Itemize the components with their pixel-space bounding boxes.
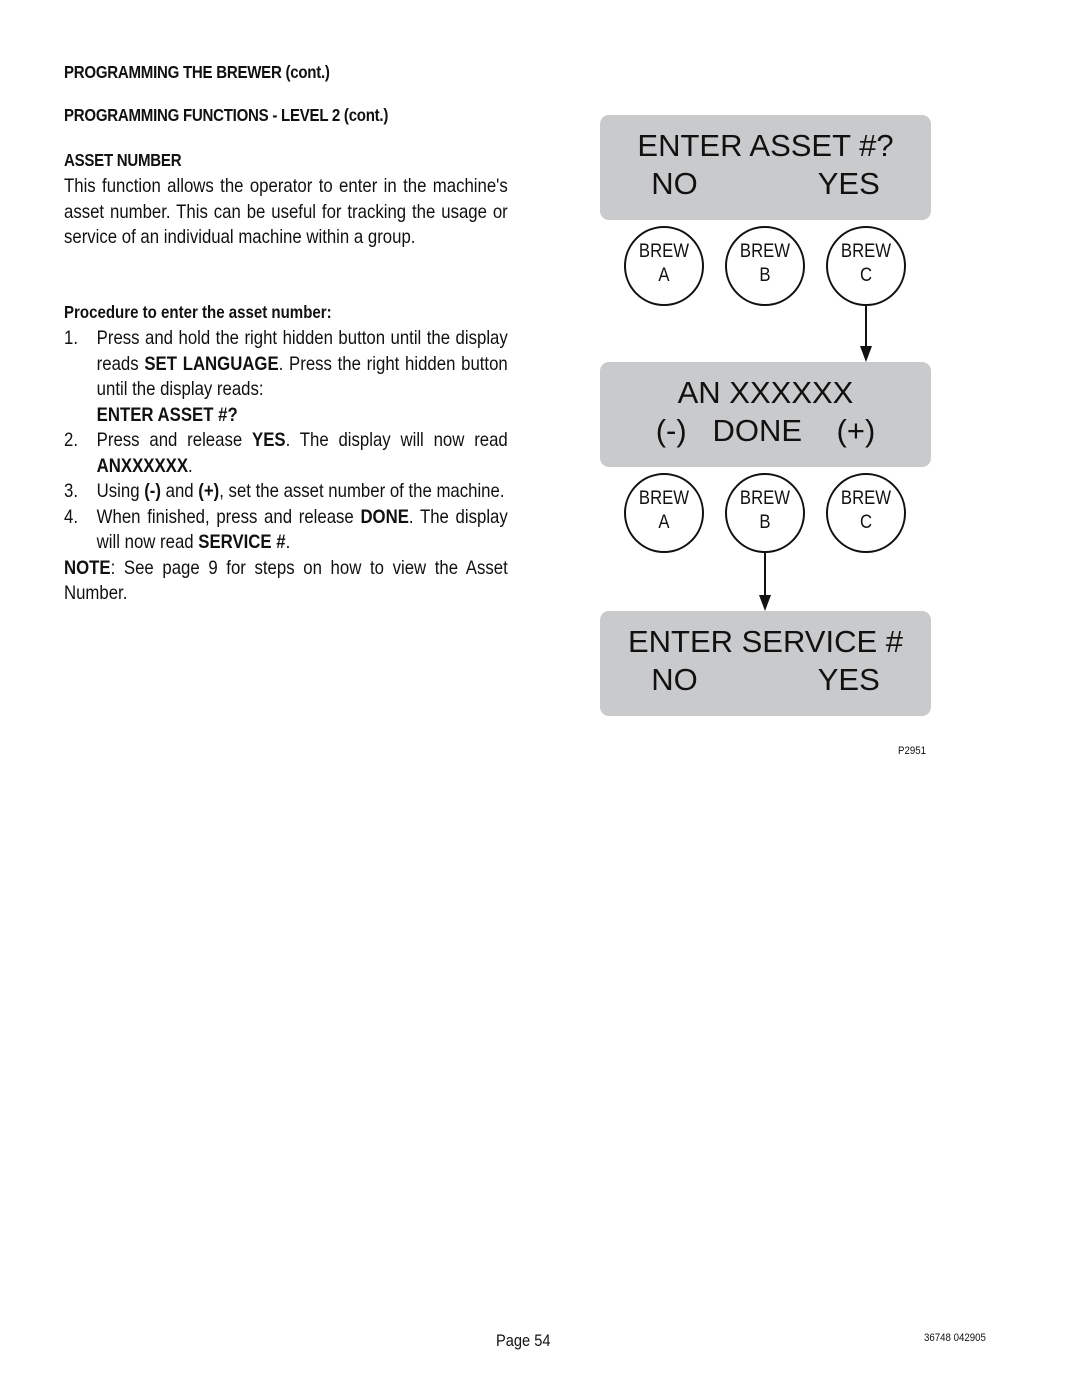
brew-a-button[interactable]: BREW A [624, 473, 704, 553]
display-flow-diagram: ENTER ASSET #? NO YES BREW A BREW B BREW C … [600, 115, 931, 765]
arrow-down-icon [759, 553, 771, 611]
figure-code: P2951 [898, 745, 926, 757]
intro-paragraph: This function allows the operator to ent… [64, 175, 508, 249]
display-line-2: NO YES [651, 166, 880, 201]
brew-b-button[interactable]: BREW B [725, 226, 805, 306]
display-line-1: ENTER SERVICE # [627, 624, 904, 659]
document-code: 36748 042905 [924, 1332, 986, 1344]
section-heading: PROGRAMMING THE BREWER (cont.) [64, 62, 330, 82]
procedure-steps: 1. Press and hold the right hidden butto… [64, 326, 508, 607]
step-3: 3. Using (-) and (+), set the asset numb… [64, 480, 505, 502]
brew-button-row-1: BREW A BREW B BREW C [600, 226, 931, 312]
arrow-down-icon [860, 306, 872, 362]
step-2: 2. Press and release YES. The display wi… [64, 429, 508, 477]
display-panel-enter-asset: ENTER ASSET #? NO YES [600, 115, 931, 220]
brew-a-button[interactable]: BREW A [624, 226, 704, 306]
step-1: 1. Press and hold the right hidden butto… [64, 327, 508, 426]
note: NOTE: See page 9 for steps on how to vie… [64, 556, 508, 605]
page-number: Page 54 [496, 1331, 551, 1350]
brew-b-button[interactable]: BREW B [725, 473, 805, 553]
brew-button-row-2: BREW A BREW B BREW C [600, 473, 931, 559]
brew-c-button[interactable]: BREW C [826, 226, 906, 306]
display-line-2: NO YES [651, 662, 880, 697]
topic-heading: ASSET NUMBER [64, 150, 182, 170]
brew-c-button[interactable]: BREW C [826, 473, 906, 553]
display-line-1: AN XXXXXX [677, 375, 854, 410]
subsection-heading: PROGRAMMING FUNCTIONS - LEVEL 2 (cont.) [64, 105, 389, 125]
display-line-1: ENTER ASSET #? [637, 128, 894, 163]
display-line-2: (-) DONE (+) [655, 413, 876, 448]
procedure-title: Procedure to enter the asset number: [64, 302, 332, 322]
display-panel-asset-number: AN XXXXXX (-) DONE (+) [600, 362, 931, 467]
display-panel-enter-service: ENTER SERVICE # NO YES [600, 611, 931, 716]
step-4: 4. When finished, press and release DONE… [64, 505, 508, 554]
